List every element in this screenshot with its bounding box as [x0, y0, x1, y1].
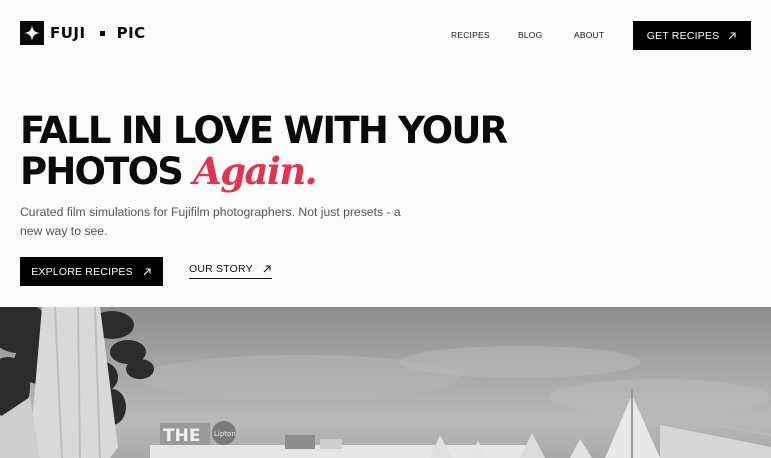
logo[interactable]: FUJI PIC [20, 21, 146, 45]
arrow-up-right-icon [142, 267, 152, 277]
hero-title-line1: FALL IN LOVE WITH YOUR [20, 109, 508, 152]
hero-subtitle: Curated film simulations for Fujifilm ph… [20, 205, 401, 238]
arrow-up-right-icon [262, 264, 272, 274]
logo-word-fuji: FUJI [50, 24, 86, 42]
explore-recipes-button[interactable]: EXPLORE RECIPES [20, 257, 163, 286]
our-story-link[interactable]: OUR STORY [189, 263, 272, 279]
nav-recipes[interactable]: RECIPES [451, 30, 490, 40]
get-recipes-button[interactable]: GET RECIPES [633, 21, 751, 50]
logo-wordmark: FUJI PIC [44, 24, 146, 42]
site-header: FUJI PIC RECIPES BLOG ABOUT GET RECIPES [0, 0, 771, 70]
hero-title-line2: PHOTOS [20, 150, 184, 193]
explore-recipes-label: EXPLORE RECIPES [31, 265, 133, 278]
sign-the: THE [163, 426, 200, 446]
hero-photo: THE Lipton [0, 307, 771, 458]
nav-about[interactable]: ABOUT [574, 30, 604, 40]
sparkle-logo-icon [20, 21, 44, 45]
hero-title: FALL IN LOVE WITH YOUR PHOTOS Again. [20, 110, 540, 192]
get-recipes-label: GET RECIPES [646, 29, 720, 42]
logo-word-pic: PIC [116, 24, 146, 42]
logo-dot [99, 30, 105, 36]
arrow-up-right-icon [727, 31, 737, 41]
hero-photo-scene: THE Lipton [0, 307, 771, 458]
hero-title-accent: Again. [193, 149, 317, 193]
sign-lipton: Lipton [214, 430, 236, 438]
our-story-label: OUR STORY [189, 263, 253, 275]
nav-blog[interactable]: BLOG [518, 30, 542, 40]
